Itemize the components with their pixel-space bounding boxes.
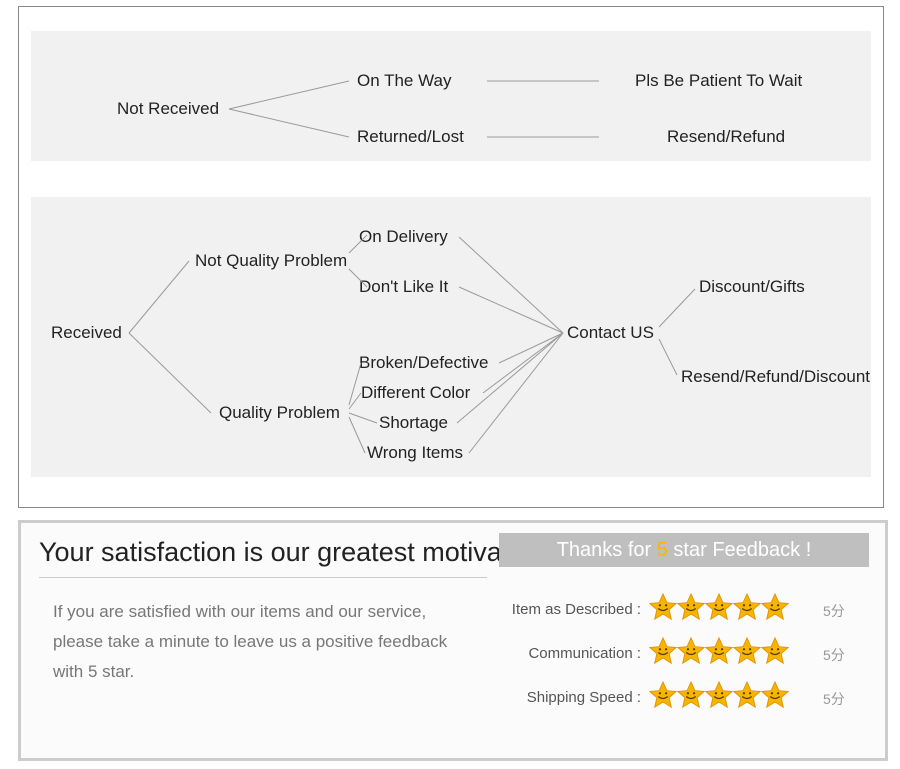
star-icon: [761, 593, 789, 621]
received-block: [31, 197, 871, 477]
feedback-panel: Your satisfaction is our greatest motiva…: [18, 520, 888, 761]
rating-stars: [649, 593, 789, 621]
star-icon: [705, 637, 733, 665]
star-icon: [649, 593, 677, 621]
node-returned-lost: Returned/Lost: [357, 127, 464, 147]
rating-stars: [649, 637, 789, 665]
star-icon: [677, 593, 705, 621]
node-not-quality: Not Quality Problem: [195, 251, 347, 271]
feedback-body: If you are satisfied with our items and …: [53, 597, 473, 687]
star-icon: [733, 593, 761, 621]
rating-stars: [649, 681, 789, 709]
node-broken: Broken/Defective: [359, 353, 488, 373]
star-icon: [733, 637, 761, 665]
node-shortage: Shortage: [379, 413, 448, 433]
node-on-delivery: On Delivery: [359, 227, 448, 247]
rating-label: Shipping Speed :: [527, 689, 641, 706]
rating-label: Item as Described :: [512, 601, 641, 618]
star-icon: [649, 637, 677, 665]
rating-score: 5分: [823, 645, 845, 665]
node-wrong-items: Wrong Items: [367, 443, 463, 463]
banner-five: 5: [657, 539, 668, 561]
rating-label: Communication :: [528, 645, 641, 662]
rating-score: 5分: [823, 601, 845, 621]
star-icon: [761, 681, 789, 709]
banner-post: star Feedback !: [668, 539, 811, 561]
feedback-banner: Thanks for 5 star Feedback !: [499, 533, 869, 567]
banner-pre: Thanks for: [557, 539, 657, 561]
node-received: Received: [51, 323, 122, 343]
rating-row-shipping-speed: Shipping Speed : 5分: [499, 681, 869, 715]
node-diff-color: Different Color: [361, 383, 470, 403]
star-icon: [677, 637, 705, 665]
node-quality: Quality Problem: [219, 403, 340, 423]
node-pls-patient: Pls Be Patient To Wait: [635, 71, 802, 91]
star-icon: [649, 681, 677, 709]
service-diagram-panel: Not Received On The Way Returned/Lost Pl…: [18, 6, 884, 508]
star-icon: [733, 681, 761, 709]
divider: [39, 577, 487, 578]
rating-row-communication: Communication : 5分: [499, 637, 869, 671]
node-not-received: Not Received: [117, 99, 219, 119]
node-discount-gifts: Discount/Gifts: [699, 277, 805, 297]
node-resend-refund-discount: Resend/Refund/Discount: [681, 367, 870, 387]
node-resend-refund: Resend/Refund: [667, 127, 785, 147]
star-icon: [677, 681, 705, 709]
star-icon: [761, 637, 789, 665]
node-on-the-way: On The Way: [357, 71, 451, 91]
node-dont-like: Don't Like It: [359, 277, 448, 297]
rating-score: 5分: [823, 689, 845, 709]
node-contact-us: Contact US: [567, 323, 654, 343]
star-icon: [705, 681, 733, 709]
feedback-title: Your satisfaction is our greatest motiva…: [39, 537, 545, 568]
star-icon: [705, 593, 733, 621]
rating-row-item-described: Item as Described : 5分: [499, 593, 869, 627]
